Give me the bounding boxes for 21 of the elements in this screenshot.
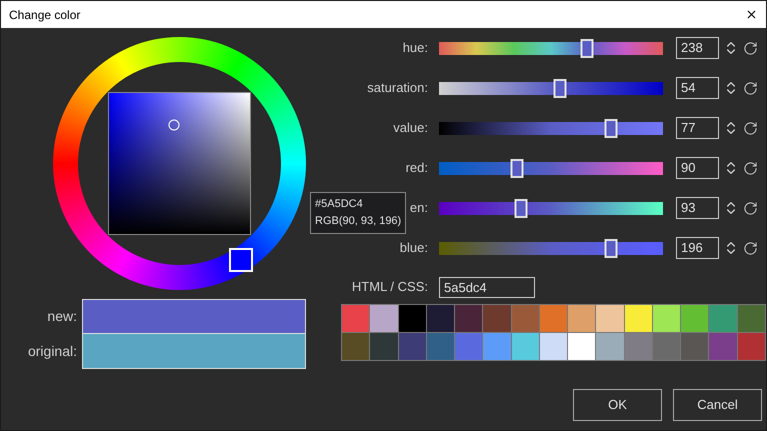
slider-label: en: [410, 199, 428, 218]
number-field[interactable]: 238 [676, 37, 719, 59]
dialog-button[interactable]: OK [573, 389, 662, 421]
slider-label: saturation: [367, 79, 428, 98]
swatch-label: new: [46, 307, 78, 326]
slider-label: red: [406, 159, 428, 178]
html-css-label: HTML / CSS: [350, 278, 428, 296]
tooltip-hex: #5A5DC4 [315, 197, 364, 212]
number-field[interactable]: 77 [676, 117, 719, 139]
number-field[interactable]: 93 [676, 197, 719, 219]
swatch-label: original: [26, 342, 78, 361]
slider-label: value: [393, 119, 428, 138]
window-title: Change color [9, 6, 80, 24]
number-field[interactable]: 54 [676, 77, 719, 99]
number-field[interactable]: 196 [676, 237, 719, 259]
dialog-button[interactable]: Cancel [673, 389, 762, 421]
slider-label: blue: [400, 239, 428, 258]
number-field[interactable]: 90 [676, 157, 719, 179]
slider-label: hue: [402, 39, 428, 58]
tooltip-rgb: RGB(90, 93, 196) [315, 214, 402, 229]
hex-field[interactable]: 5a5dc4 [439, 276, 535, 298]
